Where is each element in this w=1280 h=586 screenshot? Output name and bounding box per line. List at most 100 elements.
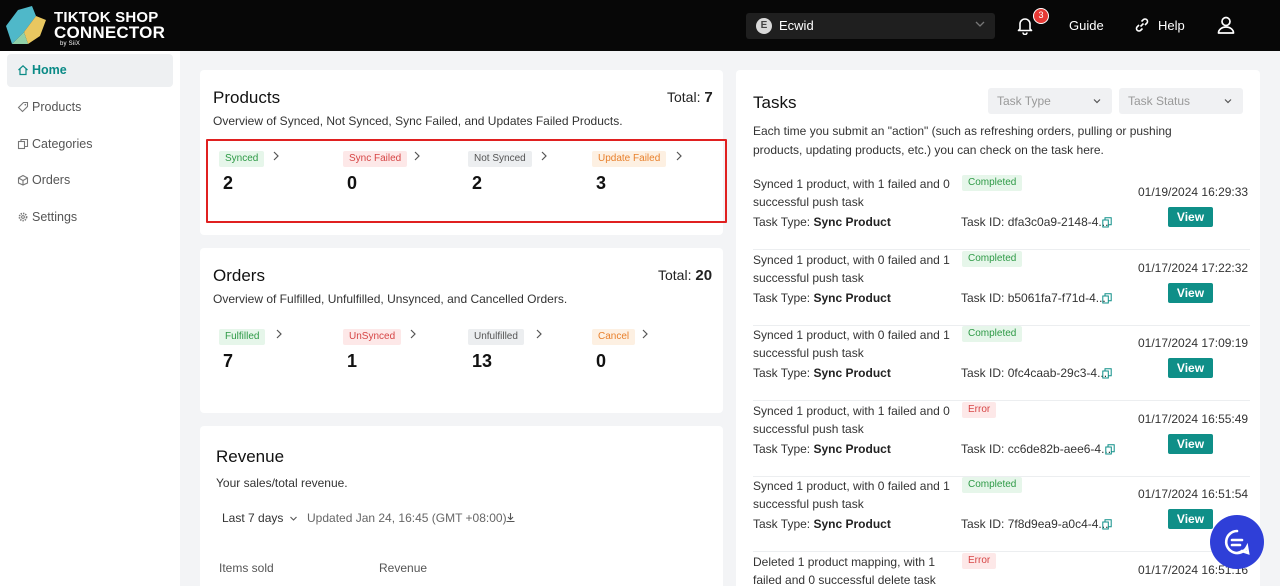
task-id: Task ID: cc6de82b-aee6-4... xyxy=(961,442,1111,456)
task-type-value: Sync Product xyxy=(813,442,891,456)
task-row: Synced 1 product, with 0 failed and 1 su… xyxy=(753,251,1250,326)
status-badge: Completed xyxy=(962,477,1023,493)
revenue-desc: Your sales/total revenue. xyxy=(216,476,348,490)
status-badge: Completed xyxy=(962,175,1023,191)
status-badge: Unfulfilled xyxy=(468,329,524,345)
sidebar-item-settings[interactable]: Settings xyxy=(7,201,173,234)
task-row: Synced 1 product, with 1 failed and 0 su… xyxy=(753,175,1250,250)
top-bar: TIKTOK SHOP CONNECTOR by SiiX E Ecwid 3 … xyxy=(0,0,1280,51)
copy-icon[interactable] xyxy=(1105,444,1115,455)
chat-icon xyxy=(1224,529,1250,555)
products-total-label: Total: xyxy=(667,89,701,105)
stat-value: 7 xyxy=(223,351,234,371)
task-type-select[interactable]: Task Type xyxy=(988,88,1112,114)
orders-total: Total: 20 xyxy=(658,267,712,284)
status-badge: UnSynced xyxy=(343,329,402,345)
status-badge: Error xyxy=(962,553,997,569)
task-desc: Synced 1 product, with 0 failed and 1 su… xyxy=(753,328,950,360)
task-id: Task ID: 0fc4caab-29c3-4... xyxy=(961,366,1107,380)
link-icon xyxy=(1135,18,1149,32)
guide-link[interactable]: Guide xyxy=(1069,18,1104,33)
sidebar-item-orders[interactable]: Orders xyxy=(7,164,173,197)
view-button[interactable]: View xyxy=(1168,283,1213,303)
copy-icon xyxy=(17,138,29,150)
gear-icon xyxy=(18,212,28,222)
orders-desc: Overview of Fulfilled, Unfulfilled, Unsy… xyxy=(213,292,568,306)
bell-icon[interactable] xyxy=(1015,15,1035,35)
box-icon xyxy=(17,174,29,186)
chevron-right-icon xyxy=(276,329,282,339)
task-id-value: 7f8d9ea9-a0c4-4... xyxy=(1007,517,1109,531)
logo[interactable]: TIKTOK SHOP CONNECTOR by SiiX xyxy=(6,6,165,47)
orders-total-label: Total: xyxy=(658,267,692,283)
tasks-title: Tasks xyxy=(753,93,797,112)
copy-icon[interactable] xyxy=(1102,368,1112,379)
chevron-right-icon xyxy=(410,329,416,339)
stat-fulfilled[interactable]: Fulfilled 7 xyxy=(219,327,329,377)
chevron-down-icon xyxy=(1224,99,1232,104)
chevron-down-icon xyxy=(975,21,985,27)
task-id-value: cc6de82b-aee6-4... xyxy=(1007,442,1112,456)
sidebar-item-home[interactable]: Home xyxy=(7,54,173,87)
status-badge: Error xyxy=(962,402,997,418)
store-name: Ecwid xyxy=(779,18,814,33)
stat-value: 13 xyxy=(472,351,493,371)
notification-badge: 3 xyxy=(1033,8,1049,24)
task-id-value: b5061fa7-f71d-4... xyxy=(1007,291,1106,305)
task-time: 01/17/2024 17:22:32 xyxy=(1138,261,1249,275)
chat-button[interactable] xyxy=(1210,515,1264,569)
products-total-value: 7 xyxy=(704,89,713,106)
revenue-updated: Updated Jan 24, 16:45 (GMT +08:00) xyxy=(307,511,507,525)
products-title: Products xyxy=(213,88,281,107)
stat-unsynced[interactable]: UnSynced 1 xyxy=(343,327,453,377)
col-revenue: Revenue xyxy=(379,561,428,575)
revenue-title: Revenue xyxy=(216,447,285,466)
col-items-sold: Items sold xyxy=(219,561,274,575)
sidebar-item-products[interactable]: Products xyxy=(7,91,173,124)
download-icon[interactable] xyxy=(505,512,516,523)
chevron-right-icon xyxy=(536,329,542,339)
date-range-value: Last 7 days xyxy=(222,511,284,525)
stat-unfulfilled[interactable]: Unfulfilled 13 xyxy=(468,327,578,377)
task-desc: Synced 1 product, with 0 failed and 1 su… xyxy=(753,253,950,285)
copy-icon[interactable] xyxy=(1102,293,1112,304)
copy-icon[interactable] xyxy=(1102,217,1112,228)
task-id-label: Task ID: xyxy=(961,442,1005,456)
orders-total-value: 20 xyxy=(695,267,713,284)
store-select[interactable]: E Ecwid xyxy=(746,13,995,39)
task-status-select[interactable]: Task Status xyxy=(1119,88,1243,114)
copy-icon[interactable] xyxy=(1102,519,1112,530)
task-id-label: Task ID: xyxy=(961,215,1005,229)
task-type-value: Sync Product xyxy=(813,517,891,531)
task-row: Synced 1 product, with 1 failed and 0 su… xyxy=(753,402,1250,477)
view-button[interactable]: View xyxy=(1168,358,1213,378)
task-time: 01/17/2024 16:51:54 xyxy=(1138,487,1249,501)
task-type: Task Type: Sync Product xyxy=(753,215,891,229)
view-button[interactable]: View xyxy=(1168,509,1213,529)
sidebar-item-categories[interactable]: Categories xyxy=(7,128,173,161)
products-total: Total: 7 xyxy=(667,89,713,106)
task-time: 01/17/2024 16:55:49 xyxy=(1138,412,1249,426)
task-row: Synced 1 product, with 0 failed and 1 su… xyxy=(753,326,1250,401)
user-icon[interactable] xyxy=(1216,15,1236,35)
task-row: Deleted 1 product mapping, with 1 failed… xyxy=(753,553,1250,586)
task-type: Task Type: Sync Product xyxy=(753,517,891,531)
sidebar: Home Products Categories Orders Settings xyxy=(0,51,180,586)
task-id-label: Task ID: xyxy=(961,517,1005,531)
sidebar-item-label: Products xyxy=(32,100,82,114)
view-button[interactable]: View xyxy=(1168,434,1213,454)
task-type: Task Type: Sync Product xyxy=(753,291,891,305)
tasks-desc: Each time you submit an "action" (such a… xyxy=(753,124,1172,157)
stat-cancel[interactable]: Cancel 0 xyxy=(592,327,702,377)
chevron-down-icon xyxy=(289,516,297,522)
task-type-value: Sync Product xyxy=(813,366,891,380)
logo-text: TIKTOK SHOP CONNECTOR by SiiX xyxy=(54,10,165,47)
task-type-placeholder: Task Type xyxy=(997,94,1051,108)
task-id-value: 0fc4caab-29c3-4... xyxy=(1007,366,1108,380)
help-link[interactable]: Help xyxy=(1158,18,1185,33)
task-time: 01/17/2024 17:09:19 xyxy=(1138,336,1249,350)
date-range-select[interactable]: Last 7 days xyxy=(222,511,298,525)
task-desc: Synced 1 product, with 1 failed and 0 su… xyxy=(753,177,950,209)
view-button[interactable]: View xyxy=(1168,207,1213,227)
chevron-down-icon xyxy=(1093,99,1101,104)
